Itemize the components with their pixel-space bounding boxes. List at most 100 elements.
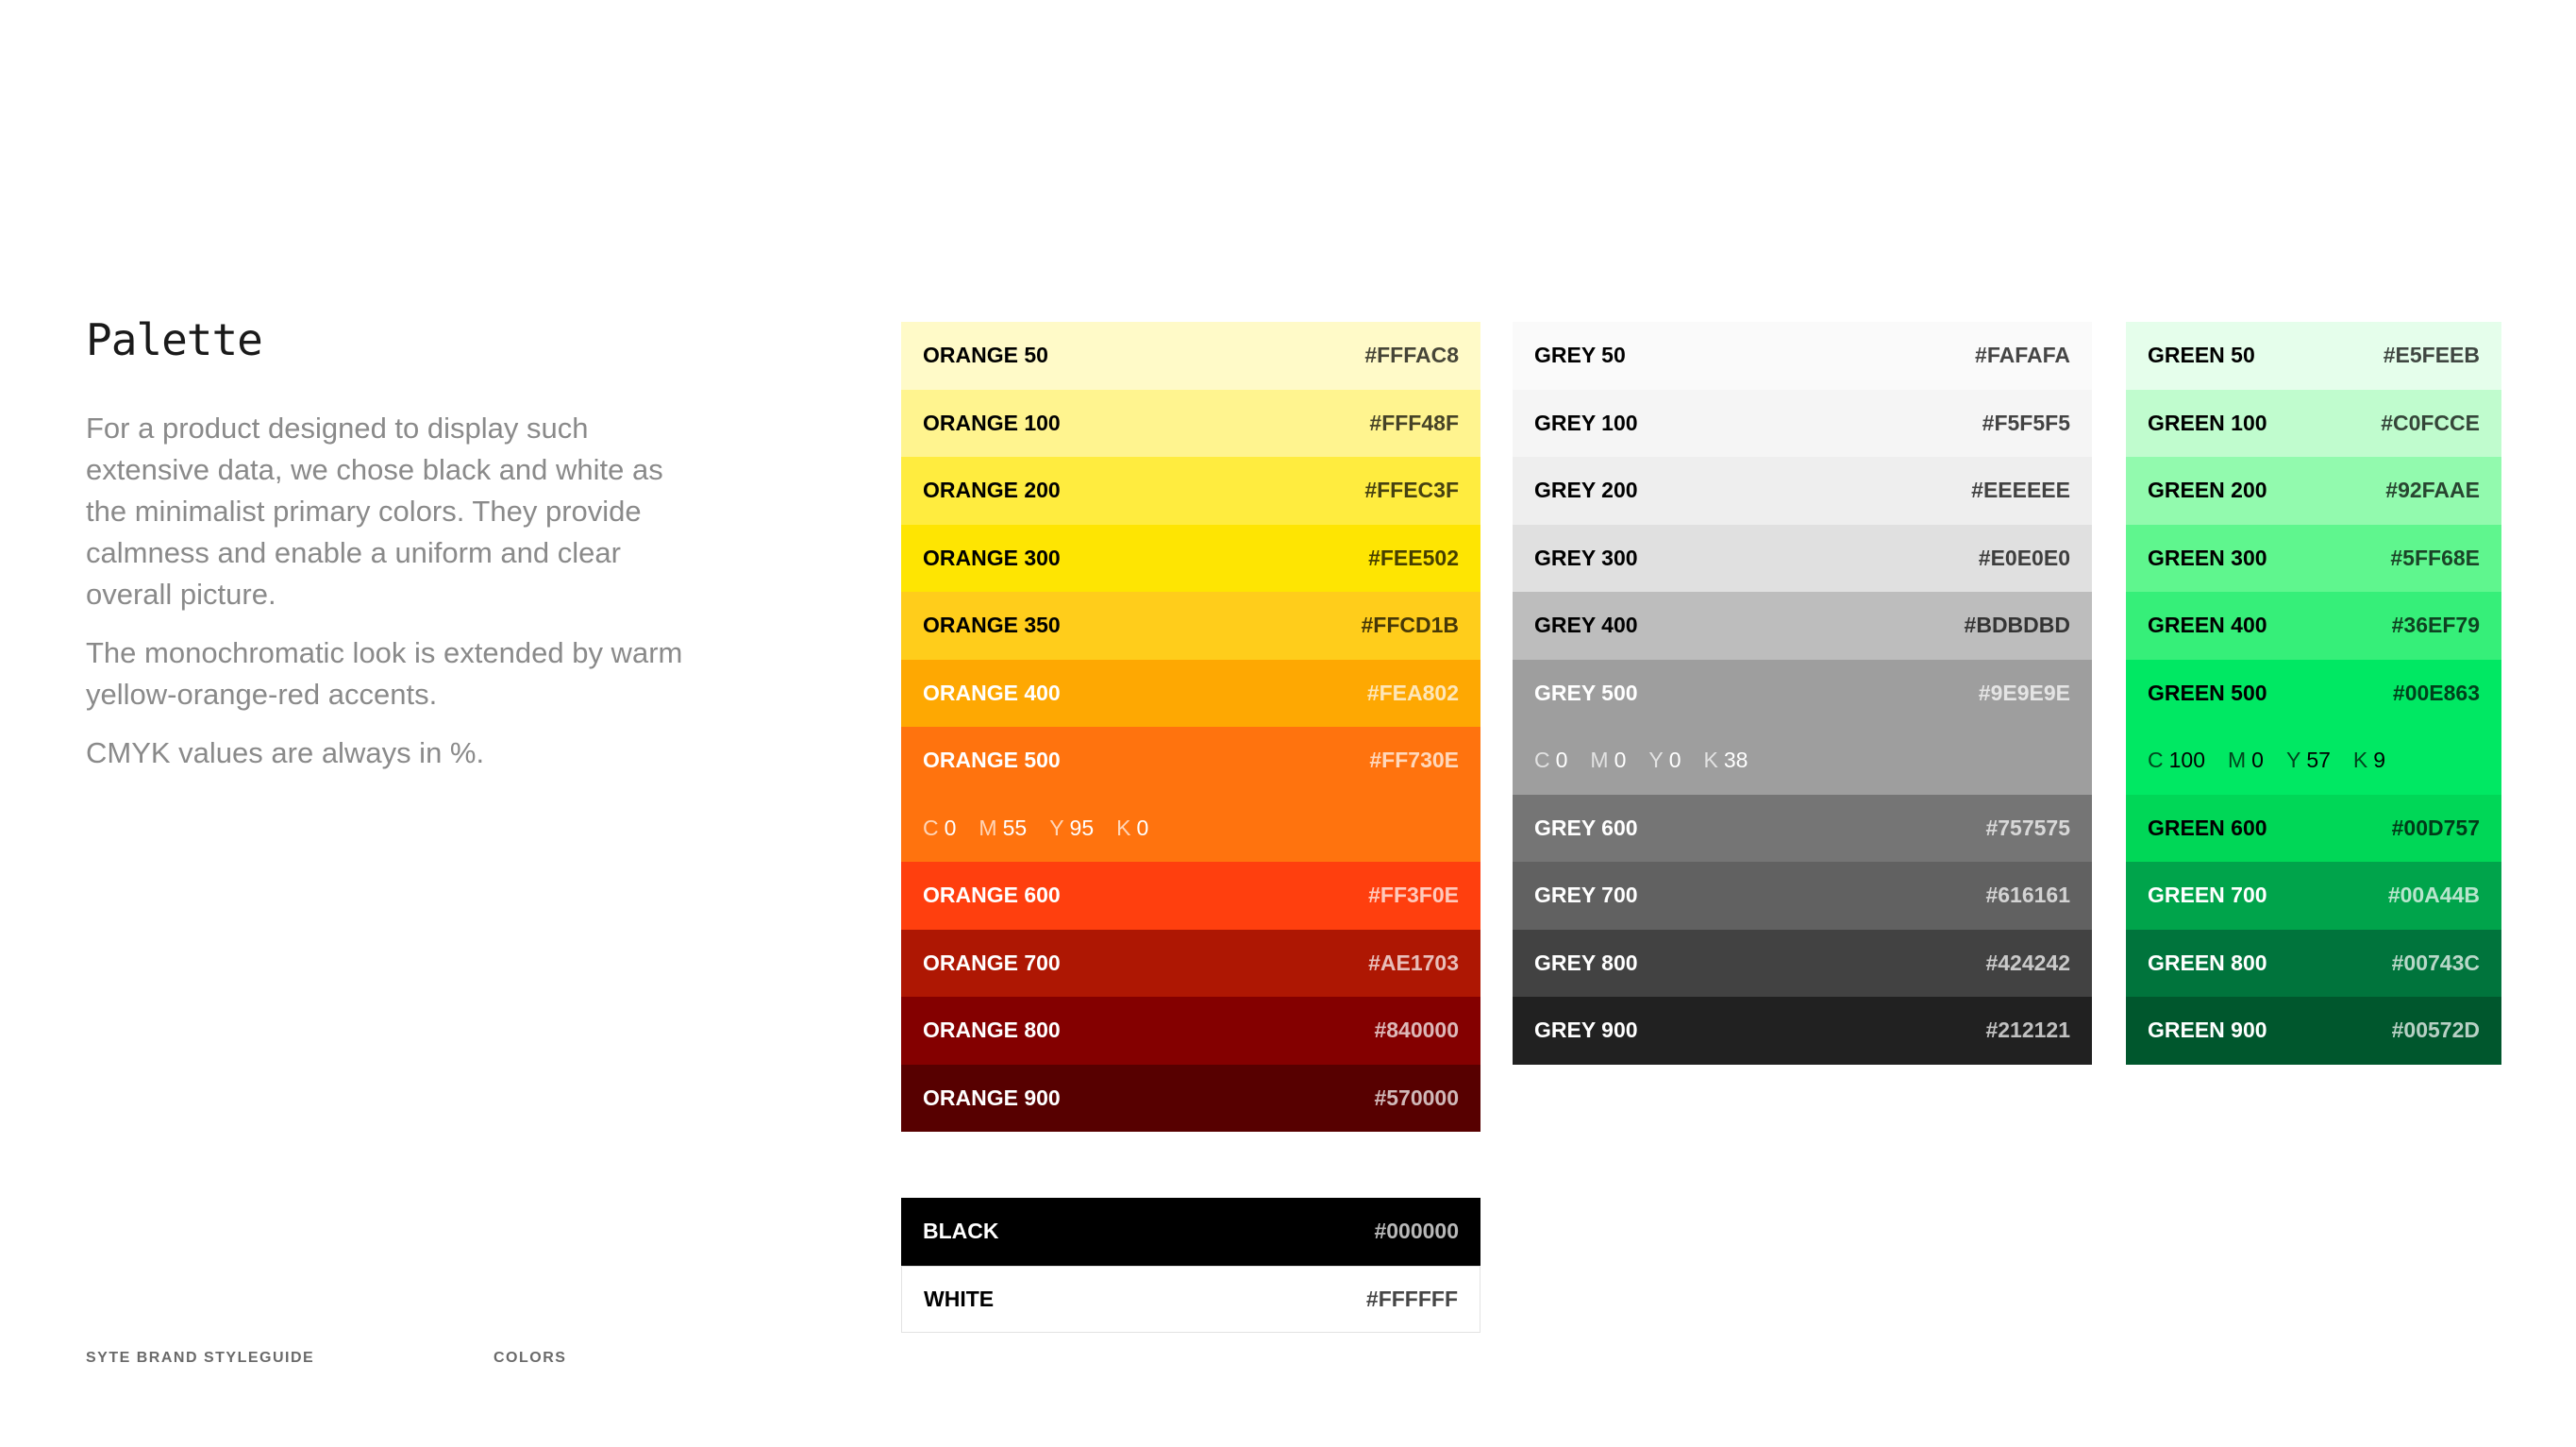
swatch-hex: #E5FEEB — [2383, 343, 2480, 368]
grey-swatch-column: GREY 50 #FAFAFA GREY 100 #F5F5F5 GREY 200 #EE… — [1513, 322, 2092, 1065]
cmyk-channel-label: M — [979, 815, 997, 840]
color-swatch-row: GREY 500 #9E9E9E — [1513, 659, 2092, 727]
swatch-hex: #36EF79 — [2391, 613, 2480, 638]
intro-paragraph: The monochromatic look is extended by wa… — [86, 636, 683, 711]
swatch-name: GREY 500 — [1534, 680, 1638, 705]
swatch-name: GREEN 500 — [2148, 680, 2267, 705]
swatch-hex: #E0E0E0 — [1978, 545, 2070, 570]
swatch-hex: #FF730E — [1369, 748, 1459, 773]
cmyk-channel-value: 0 — [1668, 748, 1681, 773]
swatch-hex: #C0FCCE — [2381, 410, 2480, 435]
swatch-name: GREEN 800 — [2148, 950, 2267, 975]
swatch-hex: #FFEC3F — [1364, 478, 1459, 503]
color-swatch-row: ORANGE 900 #570000 — [901, 1064, 1480, 1132]
cmyk-value: M 55 — [979, 816, 1027, 841]
cmyk-value: Y0 — [1648, 748, 1681, 773]
swatch-hex: #FEA802 — [1366, 680, 1459, 705]
cmyk-channel-label: K — [1703, 748, 1718, 773]
cmyk-channel-value: 9 — [2373, 748, 2386, 773]
cmyk-channel-value: 0 — [2251, 748, 2264, 773]
color-swatch-row: GREEN 100 #C0FCCE — [2126, 389, 2501, 457]
color-swatch-row: BLACK #000000 — [901, 1198, 1480, 1266]
color-swatch-row: ORANGE 500 #FF730E — [901, 727, 1480, 795]
cmyk-value: Y 95 — [1049, 816, 1094, 841]
swatch-name: ORANGE 350 — [923, 613, 1061, 638]
cmyk-channel-label: M — [1590, 748, 1609, 773]
swatch-hex: #00572D — [2391, 1018, 2480, 1043]
cmyk-channel-value: 0 — [944, 815, 957, 840]
cmyk-value: C0 — [1534, 748, 1567, 773]
cmyk-channel-label: M — [2228, 748, 2247, 773]
swatch-name: ORANGE 400 — [923, 680, 1061, 705]
swatch-hex: #FFF48F — [1369, 410, 1459, 435]
orange-swatch-column: ORANGE 50 #FFFAC8 ORANGE 100 #FFF48F ORANGE … — [901, 322, 1480, 1132]
swatch-name: BLACK — [923, 1219, 999, 1244]
swatch-name: ORANGE 50 — [923, 343, 1048, 368]
color-swatch-row: ORANGE 350 #FFCD1B — [901, 592, 1480, 660]
cmyk-values-row: C 0 M 55 Y 95 K 0 — [901, 794, 1480, 862]
color-swatch-row: GREY 600 #757575 — [1513, 794, 2092, 862]
swatch-name: GREEN 400 — [2148, 613, 2267, 638]
swatch-hex: #00A44B — [2387, 883, 2480, 908]
color-swatch-row: ORANGE 50 #FFFAC8 — [901, 322, 1480, 390]
cmyk-value: K0 — [1116, 816, 1148, 841]
cmyk-value: C0 — [923, 816, 956, 841]
color-swatch-row: GREY 900 #212121 — [1513, 997, 2092, 1065]
swatch-name: GREEN 50 — [2148, 343, 2255, 368]
green-swatch-column: GREEN 50 #E5FEEB GREEN 100 #C0FCCE GREEN 200… — [2126, 322, 2501, 1065]
swatch-hex: #00E863 — [2392, 680, 2480, 705]
color-swatch-row: ORANGE 200 #FFEC3F — [901, 457, 1480, 525]
color-swatch-row: GREY 200 #EEEEEE — [1513, 457, 2092, 525]
intro-paragraph: CMYK values are always in %. — [86, 736, 485, 769]
color-swatch-row: GREEN 900 #00572D — [2126, 997, 2501, 1065]
swatch-hex: #9E9E9E — [1978, 680, 2070, 705]
black-white-swatch-column: BLACK #000000 WHITE #FFFFFF — [901, 1198, 1480, 1333]
color-swatch-row: ORANGE 300 #FEE502 — [901, 524, 1480, 592]
color-swatch-row: GREEN 400 #36EF79 — [2126, 592, 2501, 660]
cmyk-values-row: C 0 M 0 Y 0 K 38 — [1513, 727, 2092, 795]
cmyk-channel-value: 57 — [2306, 748, 2331, 773]
color-swatch-row: ORANGE 600 #FF3F0E — [901, 862, 1480, 930]
color-swatch-row: GREY 700 #616161 — [1513, 862, 2092, 930]
color-swatch-row: ORANGE 100 #FFF48F — [901, 389, 1480, 457]
color-swatch-row: GREY 400 #BDBDBD — [1513, 592, 2092, 660]
cmyk-channel-label: C — [1534, 748, 1550, 773]
cmyk-channel-label: C — [2148, 748, 2164, 773]
cmyk-channel-value: 0 — [1136, 815, 1149, 840]
swatch-name: GREY 800 — [1534, 950, 1638, 975]
color-swatch-row: GREEN 200 #92FAAE — [2126, 457, 2501, 525]
cmyk-channel-value: 0 — [1555, 748, 1568, 773]
swatch-name: ORANGE 700 — [923, 950, 1061, 975]
footer-brand-label: SYTE BRAND STYLEGUIDE — [86, 1350, 315, 1366]
swatch-name: GREEN 100 — [2148, 410, 2267, 435]
swatch-name: ORANGE 800 — [923, 1018, 1061, 1043]
swatch-name: GREEN 200 — [2148, 478, 2267, 503]
cmyk-channel-value: 100 — [2168, 748, 2205, 773]
cmyk-value: M0 — [1590, 748, 1626, 773]
swatch-name: GREY 300 — [1534, 545, 1638, 570]
swatch-name: ORANGE 100 — [923, 410, 1061, 435]
color-swatch-row: ORANGE 700 #AE1703 — [901, 929, 1480, 997]
swatch-name: GREEN 600 — [2148, 815, 2267, 840]
swatch-name: GREY 400 — [1534, 613, 1638, 638]
color-swatch-row: GREEN 300 #5FF68E — [2126, 524, 2501, 592]
swatch-name: ORANGE 200 — [923, 478, 1061, 503]
swatch-hex: #BDBDBD — [1964, 613, 2070, 638]
swatch-hex: #FF3F0E — [1368, 883, 1459, 908]
swatch-name: GREY 200 — [1534, 478, 1638, 503]
swatch-hex: #757575 — [1985, 815, 2070, 840]
cmyk-value: K 38 — [1704, 748, 1748, 773]
swatch-hex: #EEEEEE — [1971, 478, 2070, 503]
cmyk-values-row: C 100 M 0 Y 57 K 9 — [2126, 727, 2501, 795]
swatch-name: GREEN 900 — [2148, 1018, 2267, 1043]
color-swatch-row: GREY 300 #E0E0E0 — [1513, 524, 2092, 592]
cmyk-channel-label: Y — [1049, 815, 1064, 840]
swatch-hex: #FEE502 — [1368, 545, 1459, 570]
swatch-hex: #212121 — [1985, 1018, 2070, 1043]
cmyk-channel-value: 0 — [1614, 748, 1627, 773]
styleguide-page: Palette For a product designed to displa… — [0, 0, 2576, 1447]
color-swatch-row: GREY 50 #FAFAFA — [1513, 322, 2092, 390]
swatch-hex: #F5F5F5 — [1982, 410, 2070, 435]
page-title: Palette — [86, 314, 263, 365]
color-swatch-row: GREY 800 #424242 — [1513, 929, 2092, 997]
